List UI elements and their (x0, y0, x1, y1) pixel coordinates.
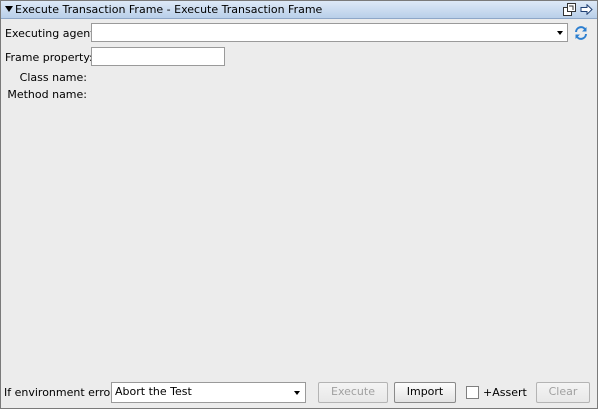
restore-window-icon[interactable] (562, 2, 577, 17)
window-title: Execute Transaction Frame - Execute Tran… (15, 3, 323, 16)
class-name-label: Class name: (19, 71, 87, 84)
method-name-label: Method name: (7, 88, 87, 101)
chevron-down-icon (294, 391, 300, 395)
env-error-dropdown[interactable]: Abort the Test (111, 382, 306, 403)
refresh-icon[interactable] (573, 25, 589, 41)
execute-transaction-frame-window: Execute Transaction Frame - Execute Tran… (0, 0, 598, 409)
assert-label: +Assert (483, 386, 527, 399)
assert-checkbox[interactable] (466, 386, 479, 399)
collapse-triangle-icon[interactable] (5, 6, 13, 12)
clear-button[interactable]: Clear (536, 382, 590, 403)
frame-property-label: Frame property: (5, 51, 93, 64)
execute-button[interactable]: Execute (318, 382, 388, 403)
chevron-down-icon (557, 31, 563, 35)
env-error-value: Abort the Test (115, 385, 192, 398)
env-error-label: If environment error: (4, 386, 119, 399)
executing-agent-dropdown[interactable] (91, 23, 568, 42)
arrow-right-icon[interactable] (579, 2, 594, 17)
import-button[interactable]: Import (394, 382, 456, 403)
title-bar: Execute Transaction Frame - Execute Tran… (1, 1, 597, 19)
executing-agent-label: Executing agent: (5, 27, 99, 40)
frame-property-input[interactable] (91, 47, 225, 66)
